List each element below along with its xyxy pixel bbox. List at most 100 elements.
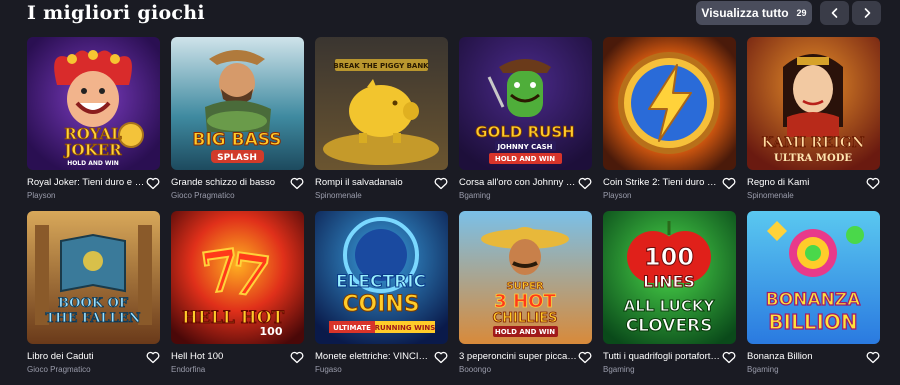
art-text: BOOK OF (58, 296, 129, 311)
game-name[interactable]: Rompi il salvadanaio (315, 177, 433, 188)
art-text: 100 (644, 243, 694, 271)
art-text: BILLION (768, 310, 857, 334)
game-artwork: BREAK THE PIGGY BANK (315, 37, 448, 170)
favorite-button[interactable] (866, 177, 880, 190)
games-grid: ROYAL JOKER HOLD AND WIN Royal Joker: Ti… (27, 37, 880, 385)
game-name[interactable]: Corsa all'oro con Johnny Cash (459, 177, 577, 188)
game-thumbnail[interactable]: SUPER 3 HOT CHILLIES HOLD AND WIN (459, 211, 592, 344)
heart-icon (578, 177, 592, 190)
game-name[interactable]: Bonanza Billion (747, 351, 865, 362)
game-name[interactable]: Hell Hot 100 (171, 351, 289, 362)
game-artwork: BIG BASS SPLASH (171, 37, 304, 170)
favorite-button[interactable] (146, 177, 160, 190)
game-artwork: 7 7 HELL HOT 100 (171, 211, 304, 344)
art-text: CHILLIES (493, 311, 558, 326)
carousel-prev-button[interactable] (820, 1, 849, 25)
favorite-button[interactable] (434, 177, 448, 190)
game-card[interactable]: Coin Strike 2: Tieni duro e vinci Playso… (603, 37, 736, 211)
art-text: THE FALLEN (45, 311, 140, 326)
heart-icon (866, 351, 880, 364)
game-thumbnail[interactable]: 7 7 HELL HOT 100 (171, 211, 304, 344)
heart-icon (866, 177, 880, 190)
game-card[interactable]: SUPER 3 HOT CHILLIES HOLD AND WIN 3 pepe… (459, 211, 592, 385)
game-name[interactable]: Royal Joker: Tieni duro e vinci (27, 177, 145, 188)
heart-icon (722, 351, 736, 364)
game-card[interactable]: GOLD RUSH JOHNNY CASH HOLD AND WIN Corsa… (459, 37, 592, 211)
chevron-right-icon (864, 8, 870, 18)
game-artwork: 100 LINES ALL LUCKY CLOVERS (603, 211, 736, 344)
heart-icon (434, 351, 448, 364)
art-text: ULTIMATE (333, 324, 371, 332)
art-text: 100 (260, 325, 283, 338)
game-name[interactable]: Tutti i quadrifogli portafortuna (603, 351, 721, 362)
favorite-button[interactable] (290, 177, 304, 190)
game-name[interactable]: Grande schizzo di basso (171, 177, 289, 188)
game-artwork: BONANZA BILLION (747, 211, 880, 344)
view-all-label: Visualizza tutto (701, 6, 789, 20)
game-name[interactable]: Regno di Kami (747, 177, 865, 188)
game-provider: Bgaming (459, 191, 491, 200)
art-text: GOLD RUSH (475, 123, 574, 141)
game-provider: Spinomenale (747, 191, 794, 200)
heart-icon (290, 177, 304, 190)
game-thumbnail[interactable]: ELECTRIC COINS ULTIMATE RUNNING WINS (315, 211, 448, 344)
game-card[interactable]: BOOK OF THE FALLEN Libro dei Caduti Gioc… (27, 211, 160, 385)
game-provider: Gioco Pragmatico (27, 365, 91, 374)
heart-icon (146, 177, 160, 190)
heart-icon (578, 351, 592, 364)
game-artwork: KAMI REIGN ULTRA MODE (747, 37, 880, 170)
game-thumbnail[interactable]: KAMI REIGN ULTRA MODE (747, 37, 880, 170)
game-thumbnail[interactable]: BREAK THE PIGGY BANK (315, 37, 448, 170)
game-provider: Playson (603, 191, 632, 200)
game-provider: Spinomenale (315, 191, 362, 200)
favorite-button[interactable] (578, 351, 592, 364)
game-card[interactable]: ROYAL JOKER HOLD AND WIN Royal Joker: Ti… (27, 37, 160, 211)
chevron-left-icon (831, 8, 837, 18)
game-artwork: BOOK OF THE FALLEN (27, 211, 160, 344)
favorite-button[interactable] (290, 351, 304, 364)
art-text: HOLD AND WIN (67, 160, 119, 167)
favorite-button[interactable] (866, 351, 880, 364)
art-text: ULTRA MODE (774, 153, 852, 164)
game-card[interactable]: BONANZA BILLION Bonanza Billion Bgaming (747, 211, 880, 385)
game-card[interactable]: BIG BASS SPLASH Grande schizzo di basso … (171, 37, 304, 211)
game-thumbnail[interactable]: 100 LINES ALL LUCKY CLOVERS (603, 211, 736, 344)
game-provider: Fugaso (315, 365, 342, 374)
game-artwork: ELECTRIC COINS ULTIMATE RUNNING WINS (315, 211, 448, 344)
favorite-button[interactable] (722, 177, 736, 190)
art-text: 3 HOT (494, 291, 556, 312)
heart-icon (434, 177, 448, 190)
game-thumbnail[interactable]: GOLD RUSH JOHNNY CASH HOLD AND WIN (459, 37, 592, 170)
game-thumbnail[interactable]: BONANZA BILLION (747, 211, 880, 344)
game-card[interactable]: ELECTRIC COINS ULTIMATE RUNNING WINS Mon… (315, 211, 448, 385)
favorite-button[interactable] (578, 177, 592, 190)
game-name[interactable]: Monete elettriche: VINCITE IN CORSA (315, 351, 433, 362)
game-artwork: ROYAL JOKER HOLD AND WIN (27, 37, 160, 170)
favorite-button[interactable] (434, 351, 448, 364)
favorite-button[interactable] (722, 351, 736, 364)
view-all-button[interactable]: Visualizza tutto 29 (696, 1, 812, 25)
game-card[interactable]: KAMI REIGN ULTRA MODE Regno di Kami Spin… (747, 37, 880, 211)
art-text: JOKER (62, 141, 122, 159)
art-text: BREAK THE PIGGY BANK (333, 62, 429, 70)
game-thumbnail[interactable]: BOOK OF THE FALLEN (27, 211, 160, 344)
game-name[interactable]: Libro dei Caduti (27, 351, 145, 362)
game-card[interactable]: BREAK THE PIGGY BANK Rompi il salvadanai… (315, 37, 448, 211)
game-artwork (603, 37, 736, 170)
carousel-next-button[interactable] (852, 1, 881, 25)
heart-icon (722, 177, 736, 190)
game-thumbnail[interactable]: ROYAL JOKER HOLD AND WIN (27, 37, 160, 170)
section-title: I migliori giochi (27, 2, 205, 24)
art-text: BIG BASS (193, 130, 282, 150)
game-thumbnail[interactable]: BIG BASS SPLASH (171, 37, 304, 170)
favorite-button[interactable] (146, 351, 160, 364)
game-artwork: GOLD RUSH JOHNNY CASH HOLD AND WIN (459, 37, 592, 170)
heart-icon (290, 351, 304, 364)
game-thumbnail[interactable] (603, 37, 736, 170)
game-card[interactable]: 7 7 HELL HOT 100 Hell Hot 100 Endorfina (171, 211, 304, 385)
game-name[interactable]: 3 peperoncini super piccanti (459, 351, 577, 362)
game-name[interactable]: Coin Strike 2: Tieni duro e vinci (603, 177, 721, 188)
game-card[interactable]: 100 LINES ALL LUCKY CLOVERS Tutti i quad… (603, 211, 736, 385)
game-provider: Bgaming (747, 365, 779, 374)
game-artwork: SUPER 3 HOT CHILLIES HOLD AND WIN (459, 211, 592, 344)
